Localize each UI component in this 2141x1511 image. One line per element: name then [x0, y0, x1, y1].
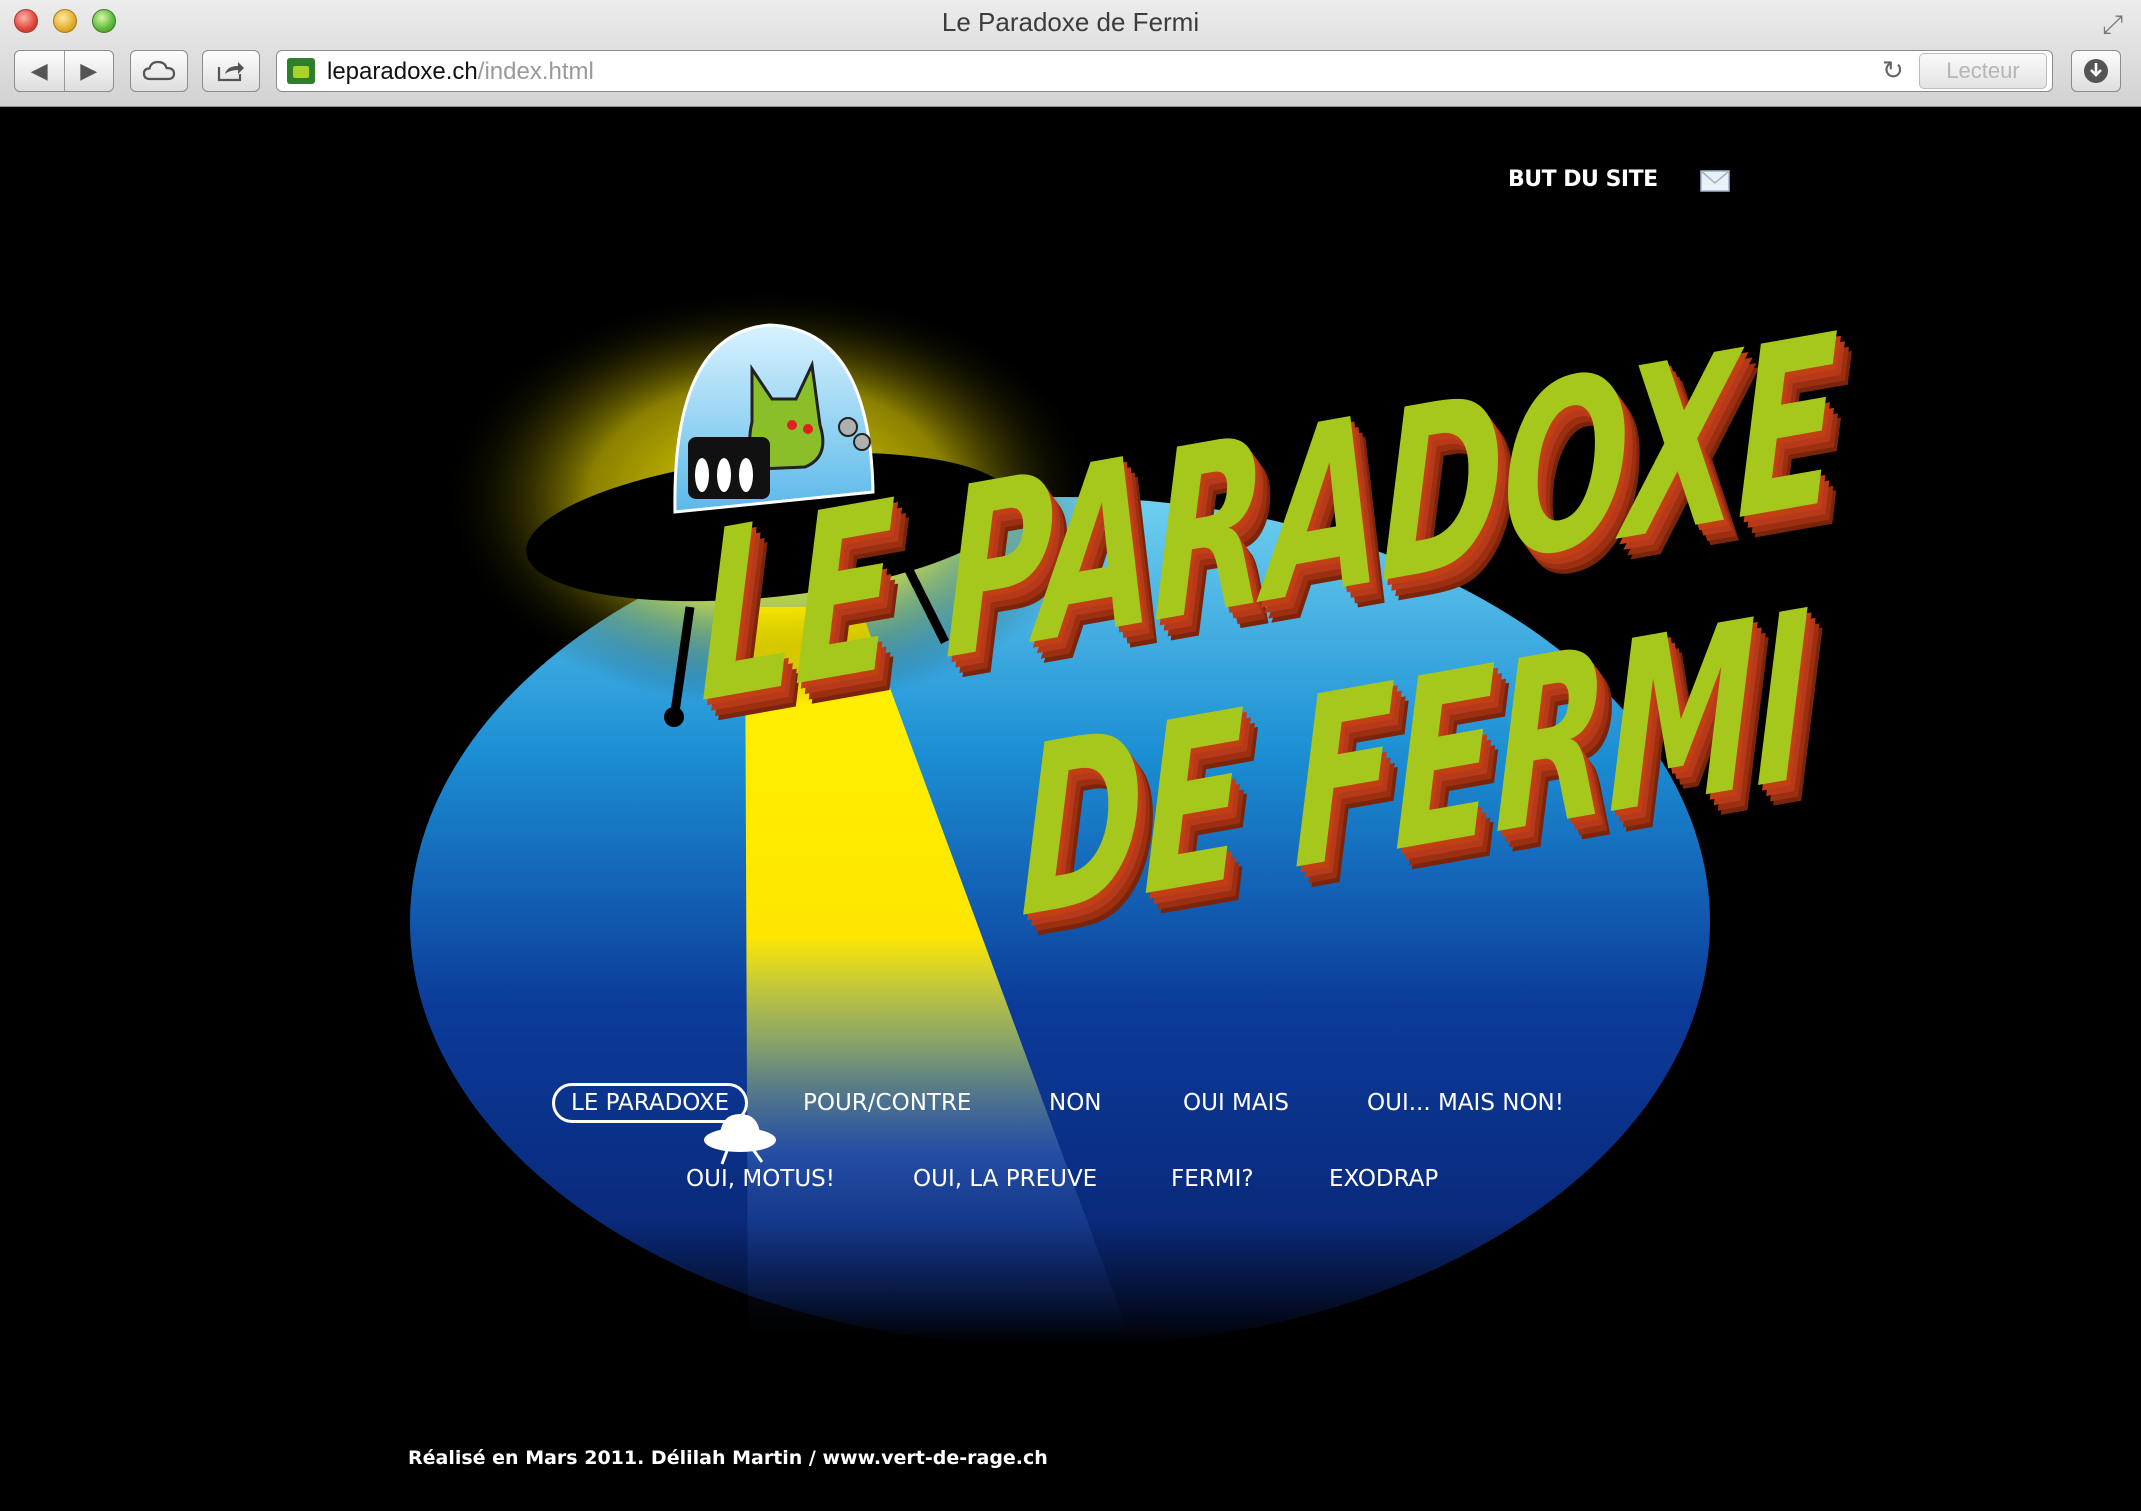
menu-item-oui-mais[interactable]: OUI MAIS: [1183, 1090, 1289, 1116]
menu-item-fermi[interactable]: FERMI?: [1171, 1166, 1254, 1192]
footer-credit: Réalisé en Mars 2011. Délilah Martin / w…: [408, 1447, 1048, 1469]
window-title: Le Paradoxe de Fermi: [941, 7, 1200, 37]
ufo-knob: [838, 417, 858, 437]
back-forward-group: ◀ ▶: [14, 50, 114, 92]
alien-eye-right: [803, 424, 813, 434]
ufo-knob: [853, 433, 871, 451]
back-icon[interactable]: ◀: [15, 59, 64, 84]
menu-item-non[interactable]: NON: [1049, 1090, 1102, 1116]
menu-item-le-paradoxe[interactable]: LE PARADOXE: [552, 1083, 749, 1123]
web-page: LE PARADOXE DE FERMI BUT DU SITE LE PARA…: [0, 107, 2141, 1511]
download-icon: [2084, 59, 2108, 83]
forward-icon[interactable]: ▶: [65, 59, 114, 84]
menu-item-exodrap[interactable]: EXODRAP: [1329, 1166, 1438, 1192]
downloads-button[interactable]: [2071, 50, 2121, 92]
alien-eye-left: [787, 420, 797, 430]
share-icon: [217, 62, 244, 82]
icloud-tabs-button[interactable]: [130, 50, 188, 92]
fullscreen-icon[interactable]: ⤢: [2102, 10, 2123, 41]
share-button[interactable]: [202, 50, 260, 92]
menu-item-oui-motus[interactable]: OUI, MOTUS!: [686, 1166, 835, 1192]
envelope-icon[interactable]: [1700, 170, 1730, 192]
reader-button[interactable]: Lecteur: [1919, 53, 2047, 89]
menu-item-oui-la-preuve[interactable]: OUI, LA PREUVE: [913, 1166, 1097, 1192]
address-bar[interactable]: leparadoxe.ch/index.html ↻ Lecteur: [276, 50, 2053, 92]
but-du-site-link[interactable]: BUT DU SITE: [1508, 167, 1658, 192]
ufo-foot-left: [664, 707, 684, 727]
url-text[interactable]: leparadoxe.ch/index.html: [327, 58, 594, 86]
browser-toolbar: Le Paradoxe de Fermi ⤢ ◀ ▶ leparadoxe.ch…: [0, 0, 2141, 107]
menu-item-oui-mais-non[interactable]: OUI... MAIS NON!: [1367, 1090, 1564, 1116]
reload-icon[interactable]: ↻: [1882, 55, 1904, 86]
menu-item-pour-contre[interactable]: POUR/CONTRE: [803, 1090, 971, 1116]
cloud-icon: [142, 60, 176, 81]
site-favicon: [287, 58, 315, 84]
